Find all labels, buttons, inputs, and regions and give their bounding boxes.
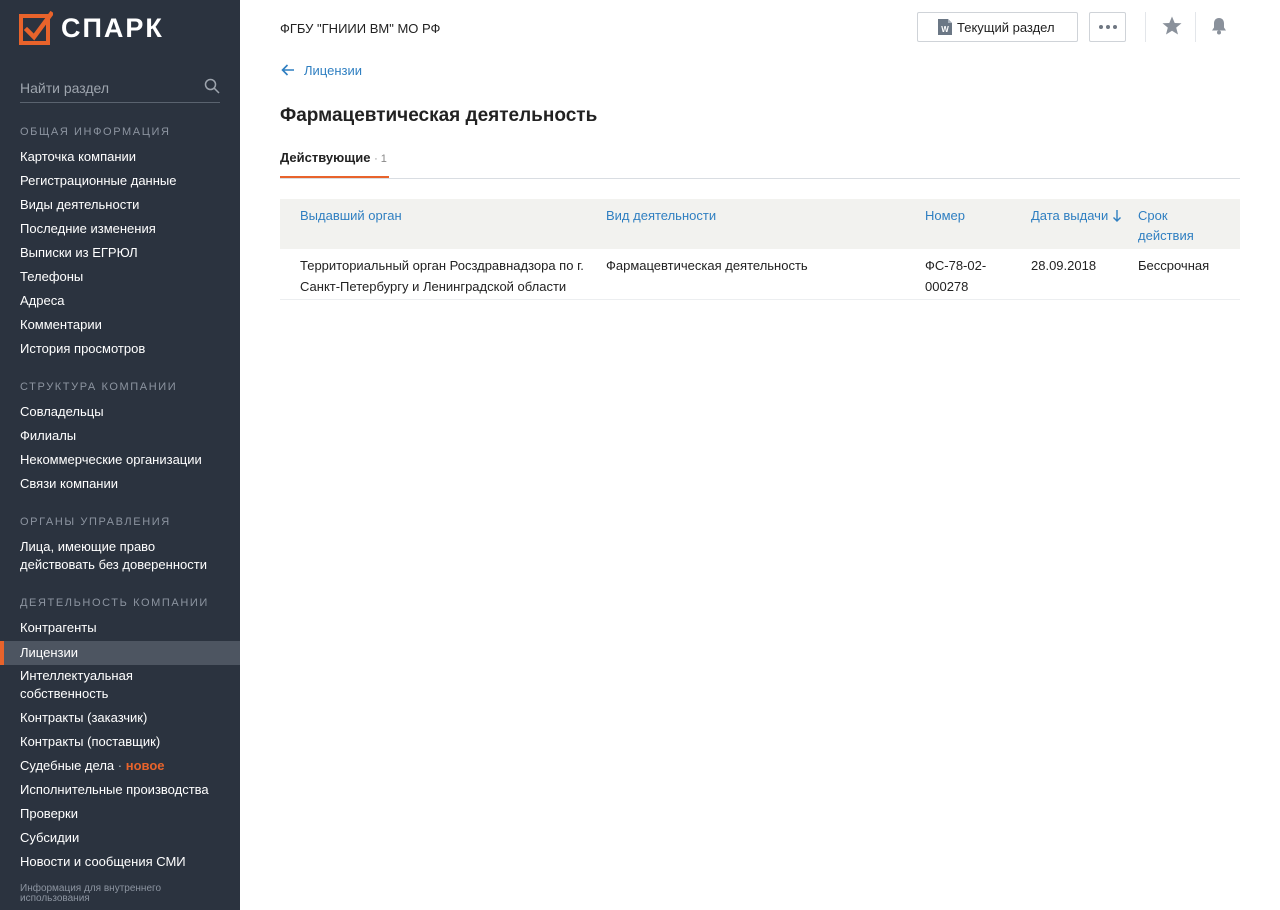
cell-issuer-line-2: Санкт-Петербургу и Ленинградской области bbox=[300, 279, 567, 294]
nav-item-contracts-supplier[interactable]: Контракты (поставщик) bbox=[0, 733, 240, 751]
section-title-general: ОБЩАЯ ИНФОРМАЦИЯ bbox=[20, 126, 171, 138]
nav-item-recent-changes[interactable]: Последние изменения bbox=[0, 220, 240, 238]
column-header-term[interactable]: Срок действия bbox=[1138, 206, 1194, 246]
tab-count: 1 bbox=[380, 153, 387, 165]
logo-text: СПАРК bbox=[61, 12, 164, 43]
tab-count-separator: · bbox=[374, 153, 381, 165]
nav-item-addresses[interactable]: Адреса bbox=[0, 292, 240, 310]
nav-item-enforcement[interactable]: Исполнительные производства bbox=[0, 781, 240, 799]
nav-item-label-line-1: Интеллектуальная bbox=[20, 668, 133, 683]
table-header: Выдавший орган Вид деятельности Номер Да… bbox=[280, 199, 1240, 249]
tab-underline bbox=[280, 178, 1240, 179]
nav-item-subsidies[interactable]: Субсидии bbox=[0, 829, 240, 847]
cell-term: Бессрочная bbox=[1138, 258, 1210, 273]
page-title: Фармацевтическая деятельность bbox=[280, 105, 598, 126]
nav-item-intellectual-property[interactable]: Интеллектуальная собственность bbox=[0, 667, 240, 703]
cell-issuer-line-1: Территориальный орган Росздравнадзора по… bbox=[300, 258, 584, 273]
nav-item-registration[interactable]: Регистрационные данные bbox=[0, 172, 240, 190]
column-header-number[interactable]: Номер bbox=[925, 206, 965, 226]
column-header-term-line-2: действия bbox=[1138, 228, 1194, 243]
nav-item-activity-types[interactable]: Виды деятельности bbox=[0, 196, 240, 214]
nav-item-court-cases[interactable]: Судебные дела · новое bbox=[0, 757, 240, 775]
internal-use-note: Информация для внутреннего использования bbox=[20, 883, 162, 904]
nav-item-inspections[interactable]: Проверки bbox=[0, 805, 240, 823]
svg-text:W: W bbox=[941, 25, 949, 34]
nav-item-news[interactable]: Новости и сообщения СМИ bbox=[0, 853, 240, 871]
sidebar: СПАРК ОБЩАЯ ИНФОРМАЦИЯ Карточка компании… bbox=[0, 0, 240, 910]
nav-item-owners[interactable]: Совладельцы bbox=[0, 403, 240, 421]
cell-number-line-2: 000278 bbox=[925, 279, 969, 294]
more-button[interactable] bbox=[1089, 12, 1126, 42]
section-search-input[interactable] bbox=[20, 75, 196, 101]
star-icon[interactable] bbox=[1161, 15, 1183, 37]
cell-issuer: Территориальный орган Росздравнадзора по… bbox=[300, 255, 584, 297]
cell-number: ФС-78-02- 000278 bbox=[925, 255, 986, 297]
arrow-left-icon bbox=[281, 64, 294, 76]
column-header-term-line-1: Срок bbox=[1138, 208, 1168, 223]
bell-icon[interactable] bbox=[1209, 16, 1229, 36]
header-divider bbox=[1145, 12, 1146, 42]
nav-item-contracts-customer[interactable]: Контракты (заказчик) bbox=[0, 709, 240, 727]
cell-number-line-1: ФС-78-02- bbox=[925, 258, 987, 273]
nav-item-label-line-2: действовать без доверенности bbox=[20, 557, 207, 572]
separator-dot: · bbox=[117, 758, 126, 773]
nav-item-label: Судебные дела bbox=[20, 758, 115, 773]
nav-item-branches[interactable]: Филиалы bbox=[0, 427, 240, 445]
column-header-date-label: Дата выдачи bbox=[1031, 208, 1109, 223]
back-to-licenses-link[interactable]: Лицензии bbox=[280, 62, 362, 78]
nav-item-egrul[interactable]: Выписки из ЕГРЮЛ bbox=[0, 244, 240, 262]
company-name: ФГБУ "ГНИИИ ВМ" МО РФ bbox=[280, 21, 441, 36]
back-link-label: Лицензии bbox=[304, 62, 362, 78]
cell-activity: Фармацевтическая деятельность bbox=[606, 258, 808, 273]
nav-item-authorized-persons[interactable]: Лица, имеющие право действовать без дове… bbox=[0, 538, 240, 574]
nav-item-view-history[interactable]: История просмотров bbox=[0, 340, 240, 358]
table-row: Территориальный орган Росздравнадзора по… bbox=[280, 249, 1240, 300]
nav-item-nonprofit[interactable]: Некоммерческие организации bbox=[0, 451, 240, 469]
sort-down-arrow-icon bbox=[1113, 210, 1122, 222]
nav-item-licenses[interactable]: Лицензии bbox=[0, 641, 240, 665]
tab-active-licenses[interactable]: Действующие · 1 bbox=[280, 150, 389, 179]
nav-item-label-line-1: Лица, имеющие право bbox=[20, 539, 156, 554]
more-dots-icon bbox=[1098, 25, 1117, 29]
current-section-button[interactable]: W Текущий раздел bbox=[917, 12, 1078, 42]
word-document-icon: W bbox=[938, 19, 952, 35]
section-title-activity: ДЕЯТЕЛЬНОСТЬ КОМПАНИИ bbox=[20, 597, 209, 609]
tab-label: Действующие bbox=[280, 150, 371, 165]
new-badge: новое bbox=[125, 758, 165, 773]
nav-item-contractors[interactable]: Контрагенты bbox=[0, 619, 240, 637]
nav-item-phones[interactable]: Телефоны bbox=[0, 268, 240, 286]
logo-check-icon bbox=[19, 11, 53, 45]
section-search bbox=[20, 75, 220, 103]
nav-item-label-line-2: собственность bbox=[20, 686, 109, 701]
nav-item-company-links[interactable]: Связи компании bbox=[0, 475, 240, 493]
spark-logo[interactable]: СПАРК bbox=[19, 11, 164, 45]
nav-item-comments[interactable]: Комментарии bbox=[0, 316, 240, 334]
column-header-activity[interactable]: Вид деятельности bbox=[606, 206, 716, 226]
header-divider bbox=[1195, 12, 1196, 42]
section-title-governance: ОРГАНЫ УПРАВЛЕНИЯ bbox=[20, 516, 171, 528]
search-icon[interactable] bbox=[204, 78, 220, 94]
column-header-date[interactable]: Дата выдачи bbox=[1031, 206, 1122, 226]
section-title-structure: СТРУКТУРА КОМПАНИИ bbox=[20, 381, 178, 393]
current-section-label: Текущий раздел bbox=[957, 19, 1055, 35]
cell-date: 28.09.2018 bbox=[1031, 258, 1097, 273]
nav-item-company-card[interactable]: Карточка компании bbox=[0, 148, 240, 166]
column-header-issuer[interactable]: Выдавший орган bbox=[300, 206, 402, 226]
